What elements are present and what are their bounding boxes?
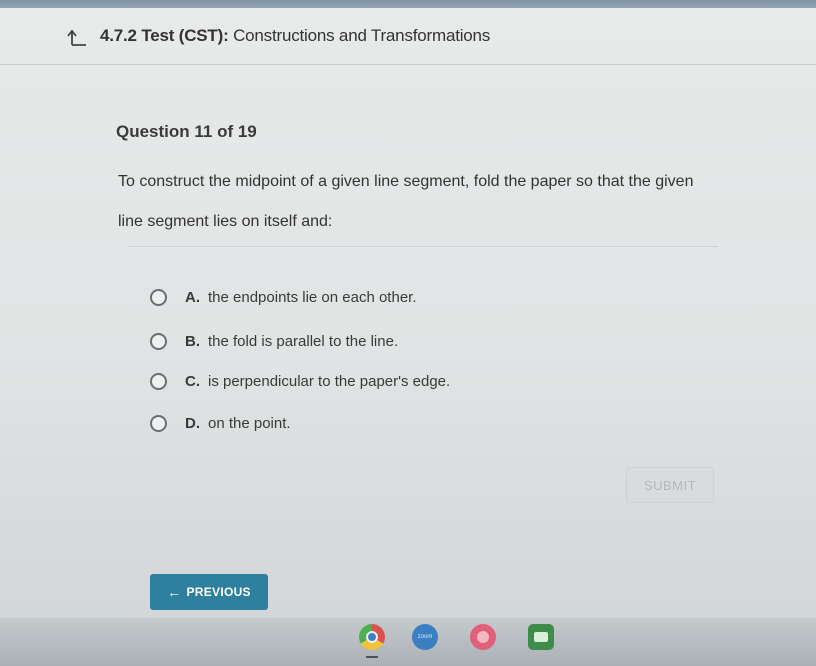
zoom-label: zoom (417, 634, 433, 640)
submit-button[interactable]: SUBMIT (626, 467, 714, 503)
radio-button[interactable] (150, 414, 167, 432)
option-text: on the point. (208, 414, 291, 432)
question-prompt: To construct the midpoint of a given lin… (118, 173, 694, 230)
answer-option-a[interactable]: A. the endpoints lie on each other. (150, 283, 417, 311)
chrome-icon[interactable] (359, 624, 385, 650)
option-letter: B. (185, 332, 200, 350)
question-label: Question 11 of 19 (116, 122, 257, 141)
arrow-left-icon: ← (167, 584, 182, 600)
radio-button[interactable] (150, 332, 167, 350)
option-letter: D. (185, 414, 200, 432)
classroom-icon[interactable] (528, 624, 554, 650)
answer-option-b[interactable]: B. the fold is parallel to the line. (150, 327, 398, 355)
active-app-indicator (366, 656, 378, 658)
option-letter: C. (185, 372, 200, 390)
option-text: is perpendicular to the paper's edge. (208, 372, 451, 390)
radio-button[interactable] (150, 372, 167, 390)
answer-option-d[interactable]: D. on the point. (150, 409, 291, 437)
taskbar (0, 618, 816, 666)
option-text: the fold is parallel to the line. (208, 332, 399, 350)
quiz-screen (0, 8, 816, 628)
test-title-rest: Constructions and Transformations (233, 26, 491, 45)
test-code: 4.7.2 (100, 26, 137, 45)
back-arrow-icon[interactable] (66, 27, 88, 49)
answer-option-c[interactable]: C. is perpendicular to the paper's edge. (150, 367, 450, 395)
zoom-icon[interactable]: zoom (412, 624, 438, 650)
page-title: 4.7.2 Test (CST): Constructions and Tran… (100, 26, 490, 46)
app-icon[interactable] (470, 624, 496, 650)
option-text: the endpoints lie on each other. (208, 288, 417, 306)
radio-button[interactable] (150, 288, 167, 306)
previous-label: PREVIOUS (186, 585, 251, 599)
previous-button[interactable]: ← PREVIOUS (150, 574, 268, 610)
option-letter: A. (185, 288, 200, 306)
divider (128, 246, 718, 247)
test-title-bold: Test (CST): (141, 26, 229, 45)
